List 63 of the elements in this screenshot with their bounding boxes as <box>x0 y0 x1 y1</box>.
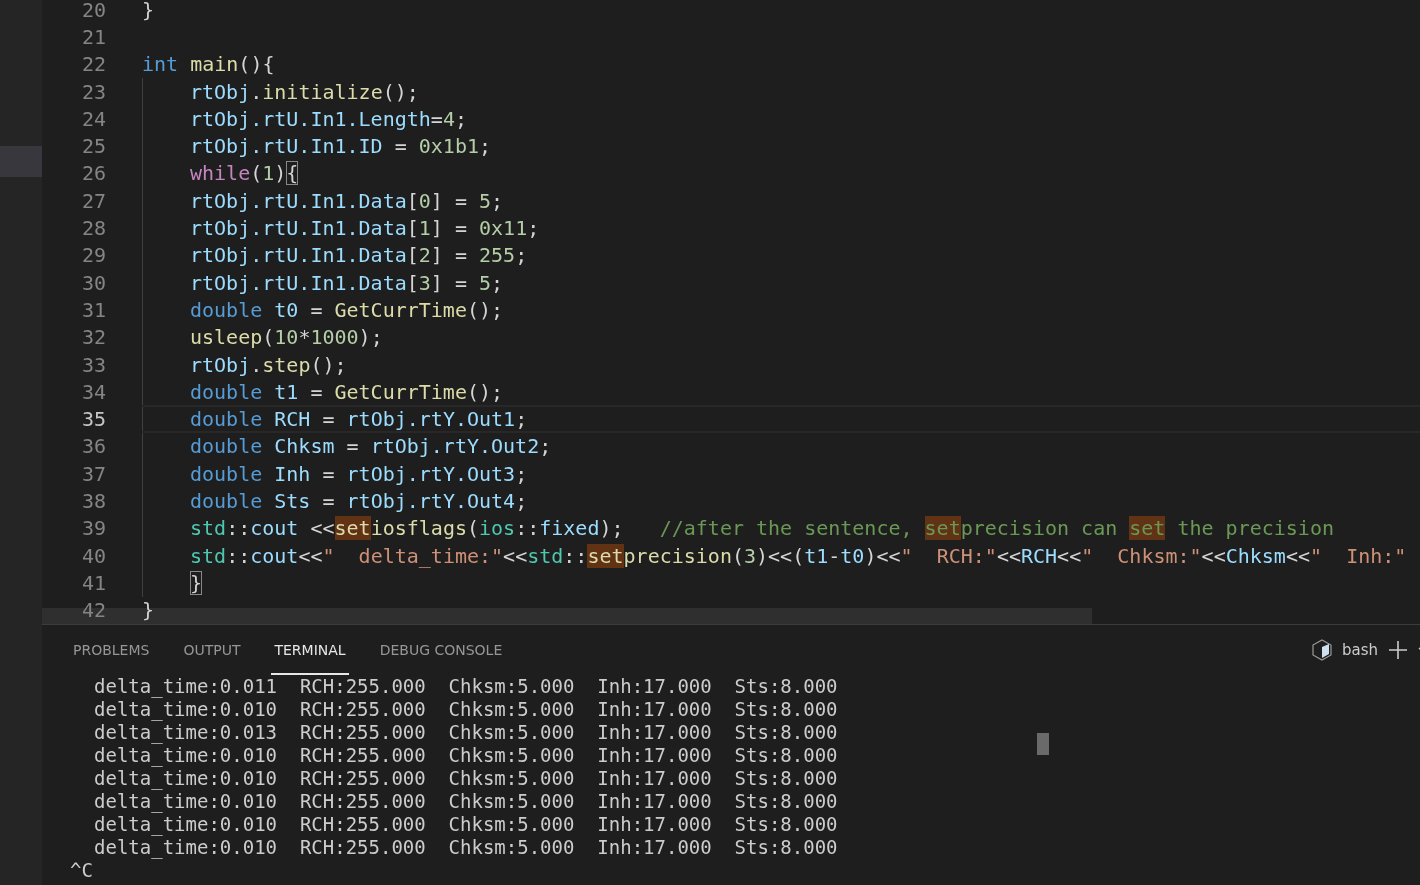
terminal-name[interactable]: bash <box>1341 641 1378 659</box>
terminal-line: delta_time:0.013 RCH:255.000 Chksm:5.000 Inh:17.000 Sts:8.000 <box>94 721 839 744</box>
line-number: 29 <box>80 243 106 268</box>
line-number: 39 <box>80 516 106 541</box>
line-number: 25 <box>80 134 106 159</box>
terminal-line: delta_time:0.010 RCH:255.000 Chksm:5.000 Inh:17.000 Sts:8.000 <box>94 744 839 767</box>
terminal-cursor <box>1037 733 1049 755</box>
line-number: 20 <box>80 0 106 22</box>
code-line: double Inh = rtObj.rtY.Out3; <box>190 461 528 486</box>
line-number: 36 <box>80 434 106 459</box>
code-line: double t0 = GetCurrTime(); <box>190 297 504 322</box>
panel-tab[interactable]: OUTPUT <box>180 625 244 675</box>
panel-tab[interactable]: PROBLEMS <box>70 625 153 675</box>
line-number: 33 <box>80 352 106 377</box>
terminal-line: delta_time:0.010 RCH:255.000 Chksm:5.000 Inh:17.000 Sts:8.000 <box>94 813 839 836</box>
line-number: 21 <box>80 24 106 49</box>
code-line: rtObj.rtU.In1.Length=4; <box>190 106 467 131</box>
code-line: rtObj.initialize(); <box>190 79 419 104</box>
code-line: } <box>190 570 203 595</box>
code-line: rtObj.rtU.In1.Data[2] = 255; <box>190 243 528 268</box>
panel-highlight <box>0 146 42 177</box>
line-number: 32 <box>80 325 106 350</box>
line-number: 38 <box>80 489 106 513</box>
line-number: 37 <box>80 461 106 486</box>
line-number: 40 <box>80 543 106 568</box>
line-number: 22 <box>80 52 106 77</box>
line-number: 34 <box>80 379 106 404</box>
code-line: } <box>142 598 155 623</box>
line-number: 27 <box>80 188 106 213</box>
code-line: int main(){ <box>142 52 275 77</box>
line-number: 35 <box>80 407 106 432</box>
code-line: rtObj.rtU.In1.Data[1] = 0x11; <box>190 216 540 240</box>
plus-icon[interactable] <box>1388 640 1408 660</box>
panel-tab[interactable]: DEBUG CONSOLE <box>376 625 506 675</box>
code-line: double RCH = rtObj.rtY.Out1; <box>190 407 528 432</box>
line-number: 26 <box>80 161 106 186</box>
code-line: } <box>142 0 155 22</box>
line-number: 23 <box>80 79 106 104</box>
code-line: double Chksm = rtObj.rtY.Out2; <box>190 434 552 459</box>
line-number: 41 <box>80 570 106 595</box>
code-line: double t1 = GetCurrTime(); <box>190 379 504 404</box>
code-line: std::cout <<setiosflags(ios::fixed); //after the sentence, setprecision can set the precision <box>190 516 1334 541</box>
code-line: std::cout<<" delta_time:"<<std::setprecision(3)<<(t1-t0)<<" RCH:"<<RCH<<" Chksm:"<<Chksm<<" Inh:" <box>190 543 1407 568</box>
code-line: rtObj.rtU.In1.Data[0] = 5; <box>190 188 504 213</box>
terminal-line: delta_time:0.010 RCH:255.000 Chksm:5.000 Inh:17.000 Sts:8.000 <box>94 698 839 721</box>
line-number: 42 <box>80 598 106 623</box>
code-line: rtObj.rtU.In1.Data[3] = 5; <box>190 270 504 295</box>
terminal-line: delta_time:0.010 RCH:255.000 Chksm:5.000 Inh:17.000 Sts:8.000 <box>94 836 839 859</box>
line-number: 24 <box>80 106 106 131</box>
line-number: 31 <box>80 297 106 322</box>
panel-tab[interactable]: TERMINAL <box>271 625 349 675</box>
code-line: while(1){ <box>190 161 299 186</box>
terminal-line: delta_time:0.010 RCH:255.000 Chksm:5.000 Inh:17.000 Sts:8.000 <box>94 790 839 813</box>
terminal-line: delta_time:0.010 RCH:255.000 Chksm:5.000 Inh:17.000 Sts:8.000 <box>94 767 839 790</box>
code-line: usleep(10*1000); <box>190 325 383 350</box>
terminal-icon[interactable] <box>1311 639 1332 661</box>
code-line: double Sts = rtObj.rtY.Out4; <box>190 489 528 513</box>
code-line: rtObj.step(); <box>190 352 347 377</box>
code-line: rtObj.rtU.In1.ID = 0x1b1; <box>190 134 492 159</box>
terminal-line: ^C <box>70 859 94 882</box>
line-number: 28 <box>80 216 106 240</box>
terminal-line: delta_time:0.011 RCH:255.000 Chksm:5.000 Inh:17.000 Sts:8.000 <box>94 675 839 698</box>
line-number: 30 <box>80 270 106 295</box>
